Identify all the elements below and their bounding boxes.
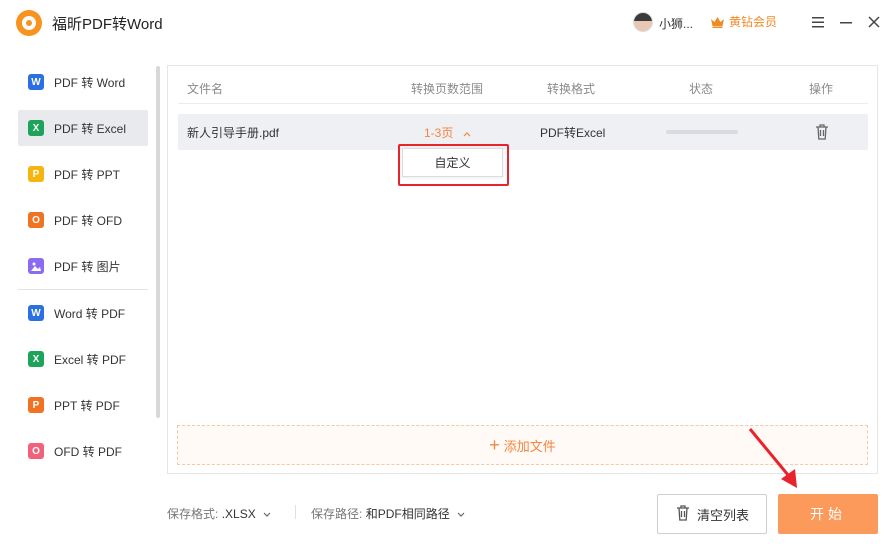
start-button[interactable]: 开始	[778, 494, 878, 534]
app-title: 福昕PDF转Word	[52, 16, 163, 33]
excel-icon: X	[28, 120, 44, 136]
image-icon	[28, 258, 44, 274]
sidebar-item-label: Excel 转 PDF	[54, 352, 127, 367]
trash-icon[interactable]	[814, 123, 830, 141]
sidebar-divider	[18, 289, 148, 290]
column-header-format: 转换格式	[547, 82, 596, 96]
sidebar-item-label: OFD 转 PDF	[54, 444, 122, 459]
sidebar-item-excel-to-pdf[interactable]: X Excel 转 PDF	[18, 341, 148, 377]
trash-icon	[675, 504, 691, 525]
sidebar-scrollbar[interactable]	[156, 66, 160, 418]
sidebar-item-label: Word 转 PDF	[54, 306, 126, 321]
plus-icon: +	[489, 435, 500, 455]
close-icon[interactable]	[866, 14, 882, 30]
sidebar-item-label: PDF 转 PPT	[54, 167, 121, 182]
column-header-actions: 操作	[809, 82, 834, 96]
sidebar-item-ppt-to-pdf[interactable]: P PPT 转 PDF	[18, 387, 148, 423]
vip-badge[interactable]: 黄钻会员	[710, 13, 777, 30]
column-header-range: 转换页数范围	[411, 82, 484, 96]
ofd-icon: O	[28, 212, 44, 228]
crown-icon	[710, 15, 725, 28]
sidebar-item-label: PDF 转 Word	[54, 75, 126, 90]
ofd-to-pdf-icon: O	[28, 443, 44, 459]
save-path-label: 保存路径:	[311, 507, 363, 521]
app-logo-icon	[16, 10, 42, 36]
sidebar: W PDF 转 Word X PDF 转 Excel P PDF 转 PPT O…	[0, 56, 160, 476]
column-header-status: 状态	[689, 82, 714, 96]
save-path-value[interactable]: 和PDF相同路径	[366, 507, 450, 521]
conversion-progress-bar	[666, 130, 738, 134]
page-range-select[interactable]: 1-3页	[424, 124, 471, 141]
vip-label: 黄钻会员	[729, 15, 778, 29]
save-path-control[interactable]: 保存路径: 和PDF相同路径	[311, 505, 465, 522]
excel-to-pdf-icon: X	[28, 351, 44, 367]
sidebar-item-pdf-to-image[interactable]: PDF 转 图片	[18, 248, 148, 284]
footer-divider	[295, 505, 296, 519]
menu-icon[interactable]	[810, 14, 826, 30]
table-header: 文件名 转换页数范围 转换格式 状态 操作	[178, 66, 868, 104]
ppt-to-pdf-icon: P	[28, 397, 44, 413]
ppt-icon: P	[28, 166, 44, 182]
file-list-panel: 文件名 转换页数范围 转换格式 状态 操作 新人引导手册.pdf 1-3页 PD…	[167, 65, 878, 474]
sidebar-item-label: PDF 转 图片	[54, 259, 121, 274]
chevron-down-icon	[457, 507, 465, 521]
user-avatar[interactable]	[633, 12, 653, 32]
user-name[interactable]: 小狮...	[659, 15, 693, 32]
save-format-label: 保存格式:	[167, 507, 219, 521]
chevron-down-icon	[263, 507, 271, 521]
chevron-up-icon	[463, 126, 471, 140]
table-row[interactable]: 新人引导手册.pdf 1-3页 PDF转Excel	[178, 114, 868, 150]
sidebar-item-word-to-pdf[interactable]: W Word 转 PDF	[18, 295, 148, 331]
sidebar-item-pdf-to-excel[interactable]: X PDF 转 Excel	[18, 110, 148, 146]
red-arrow-annotation	[748, 428, 797, 488]
word-icon: W	[28, 74, 44, 90]
conversion-format: PDF转Excel	[540, 126, 606, 140]
minimize-icon[interactable]	[838, 14, 854, 30]
column-header-filename: 文件名	[187, 82, 224, 96]
clear-list-button[interactable]: 清空列表	[657, 494, 767, 534]
sidebar-item-label: PPT 转 PDF	[54, 398, 120, 413]
word-to-pdf-icon: W	[28, 305, 44, 321]
save-format-control[interactable]: 保存格式: .XLSX	[167, 505, 271, 522]
file-name: 新人引导手册.pdf	[187, 126, 280, 140]
sidebar-item-label: PDF 转 OFD	[54, 213, 122, 228]
sidebar-item-pdf-to-word[interactable]: W PDF 转 Word	[18, 64, 148, 100]
page-range-option-custom[interactable]: 自定义	[402, 148, 503, 177]
title-bar: 福昕PDF转Word 小狮... 黄钻会员	[0, 0, 896, 46]
sidebar-item-label: PDF 转 Excel	[54, 121, 127, 136]
sidebar-item-ofd-to-pdf[interactable]: O OFD 转 PDF	[18, 433, 148, 469]
clear-list-label: 清空列表	[696, 507, 749, 523]
sidebar-item-pdf-to-ofd[interactable]: O PDF 转 OFD	[18, 202, 148, 238]
add-file-label: 添加文件	[503, 438, 556, 454]
save-format-value[interactable]: .XLSX	[222, 507, 256, 521]
page-range-value: 1-3页	[424, 126, 454, 140]
sidebar-item-pdf-to-ppt[interactable]: P PDF 转 PPT	[18, 156, 148, 192]
